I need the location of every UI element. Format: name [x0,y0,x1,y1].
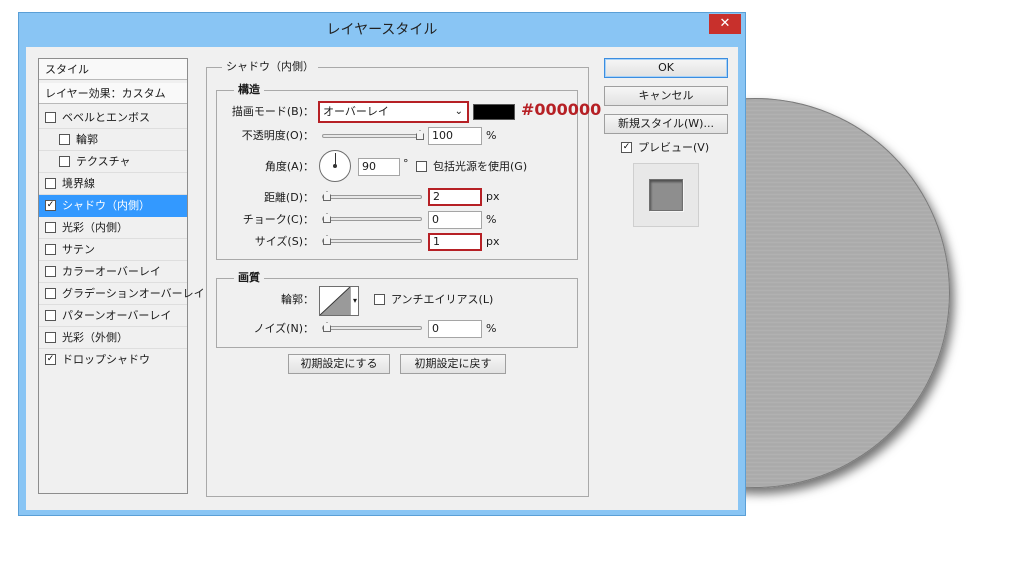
contour-label: 輪郭： [281,293,314,306]
checkbox-icon[interactable] [45,111,56,123]
antialias-checkbox[interactable]: アンチエイリアス(L) [374,291,493,309]
style-list-blending-options[interactable]: レイヤー効果：カスタム [39,83,187,104]
style-list: スタイル レイヤー効果：カスタム ベベルとエンボス 輪郭 テクスチャ 境界線 ✓… [38,58,205,494]
distance-slider[interactable] [322,191,422,201]
distance-input[interactable]: 2 [428,188,482,206]
style-item-inner-shadow[interactable]: ✓ シャドウ（内側） [39,195,187,217]
size-label: サイズ(S)： [254,235,314,248]
style-item-stroke[interactable]: 境界線 [39,173,187,195]
global-light-label: 包括光源を使用(G) [433,160,528,173]
choke-input[interactable]: 0 [428,211,482,229]
style-item-inner-glow[interactable]: 光彩（内側） [39,217,187,239]
style-item-label: ベベルとエンボス [62,111,150,124]
checkbox-icon[interactable] [45,309,56,321]
dialog-client-area: スタイル レイヤー効果：カスタム ベベルとエンボス 輪郭 テクスチャ 境界線 ✓… [26,47,738,510]
style-item-label: パターンオーバーレイ [62,309,172,322]
style-item-label: 光彩（内側） [62,221,128,234]
opacity-input[interactable]: 100 [428,127,482,145]
ok-button[interactable]: OK [604,58,728,78]
checkbox-icon[interactable] [374,293,385,305]
style-item-gradient-overlay[interactable]: グラデーションオーバーレイ [39,283,205,305]
size-slider[interactable] [322,235,422,245]
style-item-label: 輪郭 [76,133,98,146]
style-item-label: 境界線 [62,177,95,190]
layer-style-dialog: レイヤースタイル ✕ スタイル レイヤー効果：カスタム ベベルとエンボス 輪郭 … [18,12,746,516]
checkbox-icon[interactable] [45,221,56,233]
choke-slider[interactable] [322,213,422,223]
angle-input[interactable]: 90 [358,158,400,176]
style-item-label: カラーオーバーレイ [62,265,161,278]
style-item-contour[interactable]: 輪郭 [39,129,187,151]
style-item-satin[interactable]: サテン [39,239,187,261]
style-list-header[interactable]: スタイル [39,59,187,80]
checkbox-icon[interactable] [59,133,70,145]
opacity-unit: % [486,129,497,142]
style-item-color-overlay[interactable]: カラーオーバーレイ [39,261,187,283]
panel-title: シャドウ（内側） [222,60,318,74]
noise-unit: % [486,322,497,335]
style-item-label: ドロップシャドウ [62,353,150,366]
close-icon[interactable]: ✕ [709,14,741,34]
reset-default-button[interactable]: 初期設定に戻す [400,354,506,374]
angle-unit: ° [403,157,409,170]
style-item-label: グラデーションオーバーレイ [62,287,205,300]
style-item-drop-shadow[interactable]: ✓ ドロップシャドウ [39,349,187,371]
style-item-label: シャドウ（内側） [62,199,150,212]
blend-mode-select[interactable]: オーバーレイ ⌄ [318,101,469,123]
preview-checkbox[interactable]: ✓ プレビュー(V) [621,139,709,157]
distance-unit: px [486,190,500,203]
make-default-button[interactable]: 初期設定にする [288,354,390,374]
preview-swatch [649,179,683,211]
distance-label: 距離(D)： [263,191,314,204]
angle-dial[interactable] [319,150,351,182]
contour-picker[interactable]: ▾ [319,286,359,316]
opacity-label: 不透明度(O)： [241,129,314,142]
checkbox-icon[interactable] [59,155,70,167]
blend-mode-label: 描画モード(B)： [231,105,314,118]
noise-label: ノイズ(N)： [253,322,314,335]
shadow-color-swatch[interactable] [473,104,515,120]
cancel-button[interactable]: キャンセル [604,86,728,106]
checkbox-checked-icon[interactable]: ✓ [621,141,632,153]
style-item-label: 光彩（外側） [62,331,128,344]
checkbox-checked-icon[interactable]: ✓ [45,353,56,365]
style-item-label: テクスチャ [76,155,131,168]
style-preview-thumbnail [633,163,699,227]
preview-label: プレビュー(V) [638,141,710,154]
structure-title: 構造 [234,83,264,97]
noise-slider[interactable] [322,322,422,332]
noise-input[interactable]: 0 [428,320,482,338]
checkbox-checked-icon[interactable]: ✓ [45,199,56,211]
global-light-checkbox[interactable]: 包括光源を使用(G) [416,158,527,176]
style-item-outer-glow[interactable]: 光彩（外側） [39,327,187,349]
contour-linear-icon [320,287,350,315]
new-style-button[interactable]: 新規スタイル(W)... [604,114,728,134]
checkbox-icon[interactable] [45,265,56,277]
style-item-bevel-emboss[interactable]: ベベルとエンボス [39,107,187,129]
blend-mode-value: オーバーレイ [323,105,389,118]
color-hex-annotation: #000000 [521,100,602,119]
checkbox-icon[interactable] [45,287,56,299]
style-item-pattern-overlay[interactable]: パターンオーバーレイ [39,305,187,327]
checkbox-icon[interactable] [45,243,56,255]
checkbox-icon[interactable] [416,160,427,172]
checkbox-icon[interactable] [45,331,56,343]
opacity-slider[interactable] [322,130,424,140]
size-input[interactable]: 1 [428,233,482,251]
style-item-label: サテン [62,243,95,256]
contour-dropdown-arrow-icon[interactable]: ▾ [350,287,359,315]
choke-label: チョーク(C)： [242,213,314,226]
style-item-texture[interactable]: テクスチャ [39,151,187,173]
dialog-title: レイヤースタイル [326,22,438,38]
checkbox-icon[interactable] [45,177,56,189]
angle-label: 角度(A)： [264,160,314,173]
antialias-label: アンチエイリアス(L) [391,293,494,306]
chevron-down-icon: ⌄ [454,106,463,117]
angle-dial-center [333,164,337,168]
choke-unit: % [486,213,497,226]
size-unit: px [486,235,500,248]
quality-title: 画質 [234,271,264,285]
